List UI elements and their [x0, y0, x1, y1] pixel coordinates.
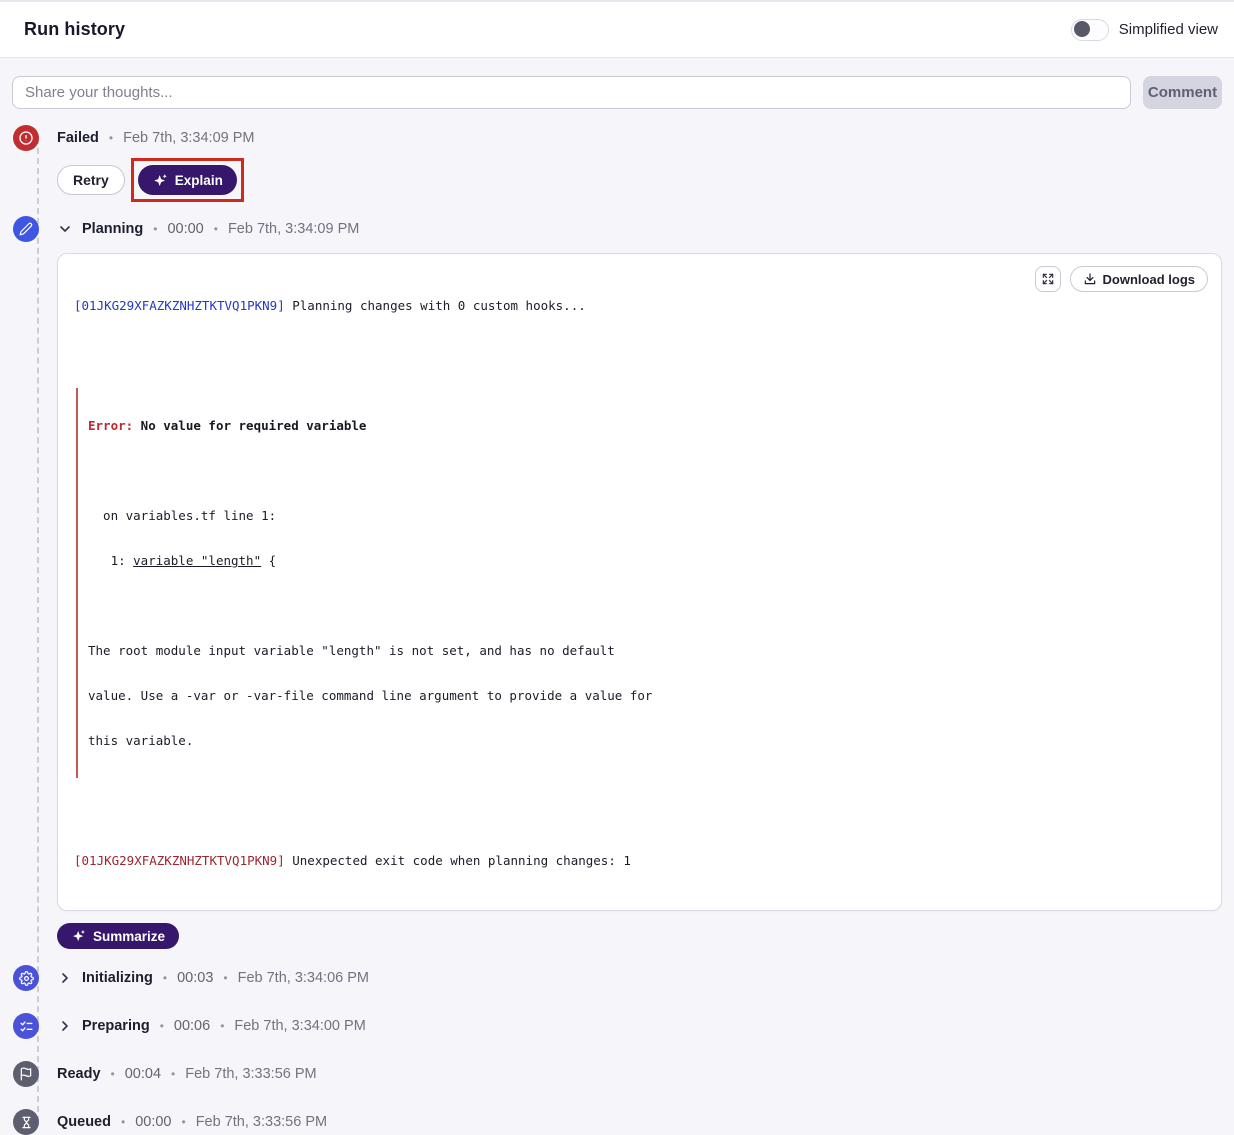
source-underlined: variable "length" — [133, 553, 261, 568]
timeline-event-queued: Queued • 00:00 • Feb 7th, 3:33:56 PM — [12, 1109, 1222, 1135]
event-duration: 00:00 — [167, 221, 203, 237]
event-duration: 00:04 — [125, 1066, 161, 1082]
error-location-line: on variables.tf line 1: — [88, 508, 1205, 523]
log-line: [01JKG29XFAZKZNHZTKTVQ1PKN9] Planning ch… — [74, 298, 1205, 313]
separator-dot: • — [160, 1020, 164, 1032]
simplified-view-label: Simplified view — [1119, 21, 1218, 38]
timeline-event-initializing: Initializing • 00:03 • Feb 7th, 3:34:06 … — [12, 965, 1222, 991]
expand-fullscreen-button[interactable] — [1035, 266, 1061, 292]
run-id: [01JKG29XFAZKZNHZTKTVQ1PKN9] — [74, 298, 285, 313]
explain-button[interactable]: Explain — [138, 165, 237, 195]
event-duration: 00:06 — [174, 1018, 210, 1034]
page-title: Run history — [24, 19, 125, 40]
comment-button[interactable]: Comment — [1143, 76, 1222, 109]
event-date: Feb 7th, 3:33:56 PM — [185, 1066, 316, 1082]
flag-icon — [13, 1061, 39, 1087]
simplified-view-toggle[interactable] — [1071, 19, 1109, 41]
hourglass-icon — [13, 1109, 39, 1135]
separator-dot: • — [220, 1020, 224, 1032]
chevron-right-icon[interactable] — [57, 1018, 73, 1034]
separator-dot: • — [153, 223, 157, 235]
log-line-text: Unexpected exit code when planning chang… — [285, 853, 631, 868]
toggle-knob — [1074, 21, 1090, 37]
gear-icon — [13, 965, 39, 991]
separator-dot: • — [181, 1116, 185, 1128]
event-label: Initializing — [82, 970, 153, 986]
annotation-highlight-box: Explain — [131, 158, 244, 202]
plan-log-card: Download logs [01JKG29XFAZKZNHZTKTVQ1PKN… — [57, 253, 1222, 911]
separator-dot: • — [111, 1068, 115, 1080]
page-header: Run history Simplified view — [0, 0, 1234, 58]
event-date: Feb 7th, 3:33:56 PM — [196, 1114, 327, 1130]
error-label: Error: — [88, 418, 133, 433]
download-logs-button[interactable]: Download logs — [1070, 266, 1208, 292]
log-output: [01JKG29XFAZKZNHZTKTVQ1PKN9] Planning ch… — [74, 268, 1205, 898]
error-title: No value for required variable — [133, 418, 366, 433]
separator-dot: • — [171, 1068, 175, 1080]
run-id: [01JKG29XFAZKZNHZTKTVQ1PKN9] — [74, 853, 285, 868]
error-heading: Error: No value for required variable — [88, 418, 1205, 433]
pencil-icon — [13, 216, 39, 242]
comment-row: Comment — [12, 76, 1222, 109]
event-date: Feb 7th, 3:34:09 PM — [228, 221, 359, 237]
log-error-block: Error: No value for required variable on… — [76, 388, 1205, 778]
separator-dot: • — [214, 223, 218, 235]
timeline-event-preparing: Preparing • 00:06 • Feb 7th, 3:34:00 PM — [12, 1013, 1222, 1039]
download-logs-label: Download logs — [1103, 272, 1195, 287]
retry-button[interactable]: Retry — [57, 165, 125, 195]
separator-dot: • — [121, 1116, 125, 1128]
download-icon — [1083, 272, 1097, 286]
timeline-event-failed: Failed • Feb 7th, 3:34:09 PM Retry — [12, 125, 1222, 202]
event-date: Feb 7th, 3:34:06 PM — [238, 970, 369, 986]
summarize-button[interactable]: Summarize — [57, 923, 179, 949]
error-body-line: this variable. — [88, 733, 1205, 748]
separator-dot: • — [163, 972, 167, 984]
separator-dot: • — [223, 972, 227, 984]
source-line-rest: { — [261, 553, 276, 568]
sparkle-icon — [71, 929, 86, 943]
checklist-icon — [13, 1013, 39, 1039]
event-duration: 00:00 — [135, 1114, 171, 1130]
run-timeline: Failed • Feb 7th, 3:34:09 PM Retry — [12, 125, 1222, 1135]
event-date: Feb 7th, 3:34:09 PM — [123, 130, 254, 146]
expand-icon — [1041, 272, 1055, 286]
error-source-line: 1: variable "length" { — [88, 553, 1205, 568]
event-label: Planning — [82, 221, 143, 237]
alert-circle-icon — [13, 125, 39, 151]
log-line: [01JKG29XFAZKZNHZTKTVQ1PKN9] Unexpected … — [74, 853, 1205, 868]
comment-input[interactable] — [12, 76, 1131, 109]
event-label: Failed — [57, 130, 99, 146]
timeline-event-planning: Planning • 00:00 • Feb 7th, 3:34:09 PM — [12, 216, 1222, 949]
event-label: Queued — [57, 1114, 111, 1130]
log-line-text: Planning changes with 0 custom hooks... — [285, 298, 586, 313]
sparkle-icon — [152, 173, 168, 188]
timeline-event-ready: Ready • 00:04 • Feb 7th, 3:33:56 PM — [12, 1061, 1222, 1087]
error-body-line: The root module input variable "length" … — [88, 643, 1205, 658]
separator-dot: • — [109, 132, 113, 144]
summarize-label: Summarize — [93, 929, 165, 944]
event-duration: 00:03 — [177, 970, 213, 986]
source-line-number: 1: — [88, 553, 133, 568]
chevron-down-icon[interactable] — [57, 221, 73, 237]
event-label: Ready — [57, 1066, 101, 1082]
explain-label: Explain — [175, 173, 223, 188]
event-date: Feb 7th, 3:34:00 PM — [234, 1018, 365, 1034]
error-body-line: value. Use a -var or -var-file command l… — [88, 688, 1205, 703]
chevron-right-icon[interactable] — [57, 970, 73, 986]
event-label: Preparing — [82, 1018, 150, 1034]
